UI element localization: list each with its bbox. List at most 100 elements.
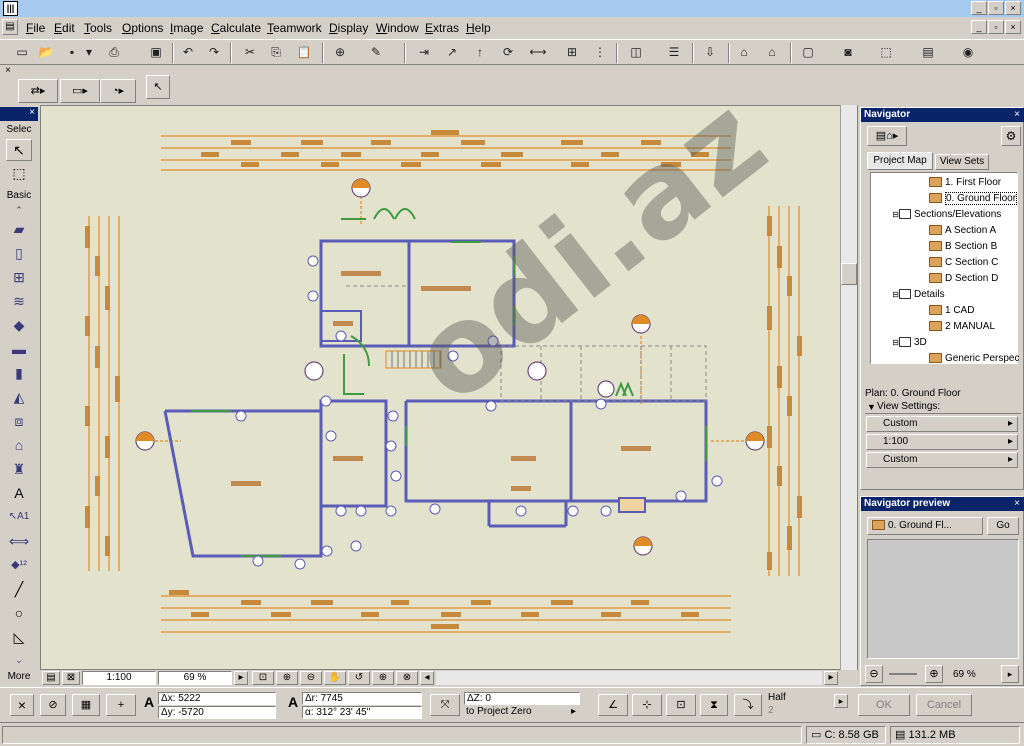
preview-zoom-slider[interactable] xyxy=(889,673,917,675)
preview-viewport[interactable] xyxy=(867,539,1019,659)
tree-item[interactable]: Generic Perspective xyxy=(871,351,1019,367)
beam-tool-icon[interactable]: ▬ xyxy=(6,339,32,361)
navigator-settings-icon[interactable]: ⚙ xyxy=(1001,126,1021,146)
save-icon[interactable]: ▪ xyxy=(62,43,82,63)
tree-item[interactable]: ⊟ Sections/Elevations xyxy=(871,207,1019,223)
3d-window-icon[interactable]: ⌂ xyxy=(762,43,782,63)
print-icon[interactable]: ⎙ xyxy=(104,43,124,63)
undo-icon[interactable]: ↶ xyxy=(178,43,198,63)
tree-item[interactable]: ⊟ 3D xyxy=(871,335,1019,351)
minimize-button[interactable]: _ xyxy=(971,1,987,15)
stair-tool-icon[interactable]: ≋ xyxy=(6,291,32,313)
navigator-close-icon[interactable]: × xyxy=(1011,109,1023,121)
cancel-button[interactable]: Cancel xyxy=(916,694,972,716)
polyline-tool-icon[interactable]: ◺ xyxy=(6,627,32,649)
text-tool-icon[interactable]: A xyxy=(6,483,32,505)
collapse-arrow-icon[interactable]: ▼ xyxy=(867,402,876,412)
display-option-setting[interactable]: Custom ▸ xyxy=(866,452,1018,468)
elevate-icon[interactable]: ↑ xyxy=(470,43,490,63)
tree-item[interactable]: B Section B xyxy=(871,239,1019,255)
tree-item[interactable]: ⊟ Details xyxy=(871,287,1019,303)
doc-restore-button[interactable]: ▫ xyxy=(988,20,1004,34)
tab-project-map[interactable]: Project Map xyxy=(867,152,933,170)
tree-item[interactable]: 2 MANUAL xyxy=(871,319,1019,335)
window-tool-icon[interactable]: ⊞ xyxy=(6,267,32,289)
wall-style-icon[interactable]: ⇄▸ xyxy=(18,79,58,103)
menu-tools[interactable]: Tools xyxy=(84,21,112,35)
find-icon[interactable]: ⊕ xyxy=(330,43,350,63)
3d-view-icon[interactable]: ⌂ xyxy=(734,43,754,63)
magic-wand-icon[interactable]: ⧗ xyxy=(700,694,728,716)
angle-constraint-icon[interactable]: ∠ xyxy=(598,694,628,716)
tab-view-sets[interactable]: View Sets xyxy=(935,154,989,170)
slab-tool-icon[interactable]: ◆ xyxy=(6,315,32,337)
vertical-scrollbar[interactable] xyxy=(840,105,857,670)
menu-extras[interactable]: Extras xyxy=(425,21,459,35)
roof-tool-icon[interactable]: ◭ xyxy=(6,387,32,409)
doc-minimize-button[interactable]: _ xyxy=(971,20,987,34)
drag-icon[interactable]: ↗ xyxy=(442,43,462,63)
zoom-out-icon[interactable]: ⊖ xyxy=(300,671,322,685)
new-icon[interactable]: ▭ xyxy=(12,43,32,63)
toolbox-close-icon[interactable]: × xyxy=(0,107,38,121)
dimension-tool-icon[interactable]: ⟺ xyxy=(6,531,32,553)
paste-icon[interactable]: 📋 xyxy=(294,43,314,63)
more-section-label[interactable]: More xyxy=(2,671,36,682)
expand-icon[interactable]: ⌄ xyxy=(6,655,32,667)
column-tool-icon[interactable]: ▮ xyxy=(6,363,32,385)
tree-item[interactable]: 1 CAD xyxy=(871,303,1019,319)
vertical-scroll-thumb[interactable] xyxy=(841,263,857,285)
restore-button[interactable]: ▫ xyxy=(988,1,1004,15)
window-icon[interactable]: ◫ xyxy=(626,43,646,63)
menu-teamwork[interactable]: Teamwork xyxy=(267,21,322,35)
lamp-tool-icon[interactable]: ♜ xyxy=(6,459,32,481)
object-style-icon[interactable]: ▭▸ xyxy=(60,79,100,103)
layer-icon[interactable]: ☰ xyxy=(664,43,684,63)
view-mode-icon[interactable]: ⊠ xyxy=(62,671,80,685)
menu-image[interactable]: Image xyxy=(170,21,203,35)
redo-icon[interactable]: ↷ xyxy=(204,43,224,63)
mirror-icon[interactable]: ⟷ xyxy=(528,43,548,63)
zoom-menu-arrow-icon[interactable]: ▸ xyxy=(234,671,248,685)
pan-icon[interactable]: ✋ xyxy=(324,671,346,685)
door-tool-icon[interactable]: ▯ xyxy=(6,243,32,265)
arrow-tool-icon[interactable]: ↖ xyxy=(146,75,170,99)
camera-icon[interactable]: ◉ xyxy=(958,43,978,63)
division-snap-icon[interactable]: ⤵ xyxy=(734,694,762,716)
gravity-icon[interactable]: ⊘ xyxy=(40,694,66,716)
object-tool-icon[interactable]: ⌂ xyxy=(6,435,32,457)
preview-close-icon[interactable]: × xyxy=(1011,498,1023,510)
save-dropdown-icon[interactable]: ▾ xyxy=(84,43,94,63)
tree-item[interactable]: C Section C xyxy=(871,255,1019,271)
close-button[interactable]: × xyxy=(1005,1,1021,15)
rotate-icon[interactable]: ⟳ xyxy=(498,43,518,63)
cut-icon[interactable]: ✂ xyxy=(240,43,260,63)
zoom-window-icon[interactable]: ⊕ xyxy=(372,671,394,685)
offset-icon[interactable]: ⊹ xyxy=(632,694,662,716)
relative-construction-icon[interactable]: + xyxy=(106,694,136,716)
scale-setting[interactable]: 1:100 ▸ xyxy=(866,434,1018,450)
snap-menu-icon[interactable]: ▸ xyxy=(834,694,848,708)
menu-window[interactable]: Window xyxy=(376,21,419,35)
collapse-icon[interactable]: ⌃ xyxy=(6,205,32,217)
delta-x-field[interactable]: Δx: 5222 xyxy=(158,692,276,705)
horizontal-scroll-track[interactable] xyxy=(436,671,822,685)
preview-view-selector[interactable]: 0. Ground Fl... xyxy=(867,517,983,535)
level-dimension-icon[interactable]: ◆¹² xyxy=(6,555,32,577)
doc-close-button[interactable]: × xyxy=(1005,20,1021,34)
toolbar-close-icon[interactable]: × xyxy=(2,65,14,77)
zoom-field[interactable]: 69 % xyxy=(158,671,232,685)
plot-icon[interactable]: ▣ xyxy=(146,43,166,63)
menu-calculate[interactable]: Calculate xyxy=(211,21,261,35)
section-icon[interactable]: ▢ xyxy=(798,43,818,63)
layer-combination-setting[interactable]: Custom ▸ xyxy=(866,416,1018,432)
fill-style-icon[interactable]: ◔▸ xyxy=(100,79,136,103)
layer-combo-icon[interactable]: ▤ xyxy=(42,671,60,685)
marquee-tool[interactable]: ⬚ xyxy=(6,163,32,185)
angle-field[interactable]: α: 312° 23' 45" xyxy=(302,706,422,719)
multiply-icon[interactable]: ⋮ xyxy=(590,43,610,63)
preview-zoom-in-icon[interactable]: ⊕ xyxy=(925,665,943,683)
floor-plan-canvas[interactable]: odi.az xyxy=(40,105,858,670)
delta-r-field[interactable]: Δr: 7745 xyxy=(302,692,422,705)
grid-snap-icon[interactable]: ▦ xyxy=(72,694,100,716)
